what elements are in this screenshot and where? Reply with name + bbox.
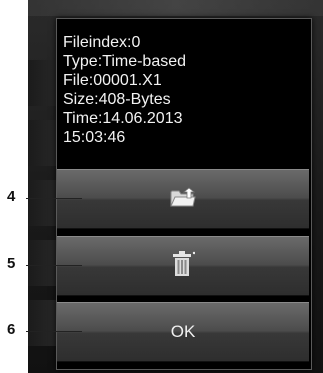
callout-line-4 bbox=[26, 198, 82, 199]
ok-button[interactable]: OK bbox=[57, 302, 309, 362]
folder-export-icon bbox=[170, 186, 196, 213]
callout-line-6 bbox=[26, 331, 82, 332]
file-info: Fileindex:0 Type:Time-based File:00001.X… bbox=[63, 33, 303, 147]
status-bar bbox=[28, 0, 323, 16]
ok-label: OK bbox=[170, 322, 196, 341]
file-info-dialog: Fileindex:0 Type:Time-based File:00001.X… bbox=[56, 18, 312, 370]
file-index: Fileindex:0 bbox=[63, 34, 141, 51]
callout-5: 5 bbox=[7, 255, 16, 272]
delete-button[interactable] bbox=[57, 236, 309, 296]
callout-4: 4 bbox=[7, 188, 16, 205]
export-button[interactable] bbox=[57, 169, 309, 229]
file-date: Time:14.06.2013 bbox=[63, 110, 183, 127]
file-time: 15:03:46 bbox=[63, 129, 126, 146]
file-type: Type:Time-based bbox=[63, 53, 187, 70]
callout-line-5 bbox=[26, 265, 82, 266]
file-size: Size:408-Bytes bbox=[63, 91, 171, 108]
callout-6: 6 bbox=[7, 321, 16, 338]
trash-icon bbox=[171, 250, 196, 282]
file-name: File:00001.X1 bbox=[63, 72, 162, 89]
